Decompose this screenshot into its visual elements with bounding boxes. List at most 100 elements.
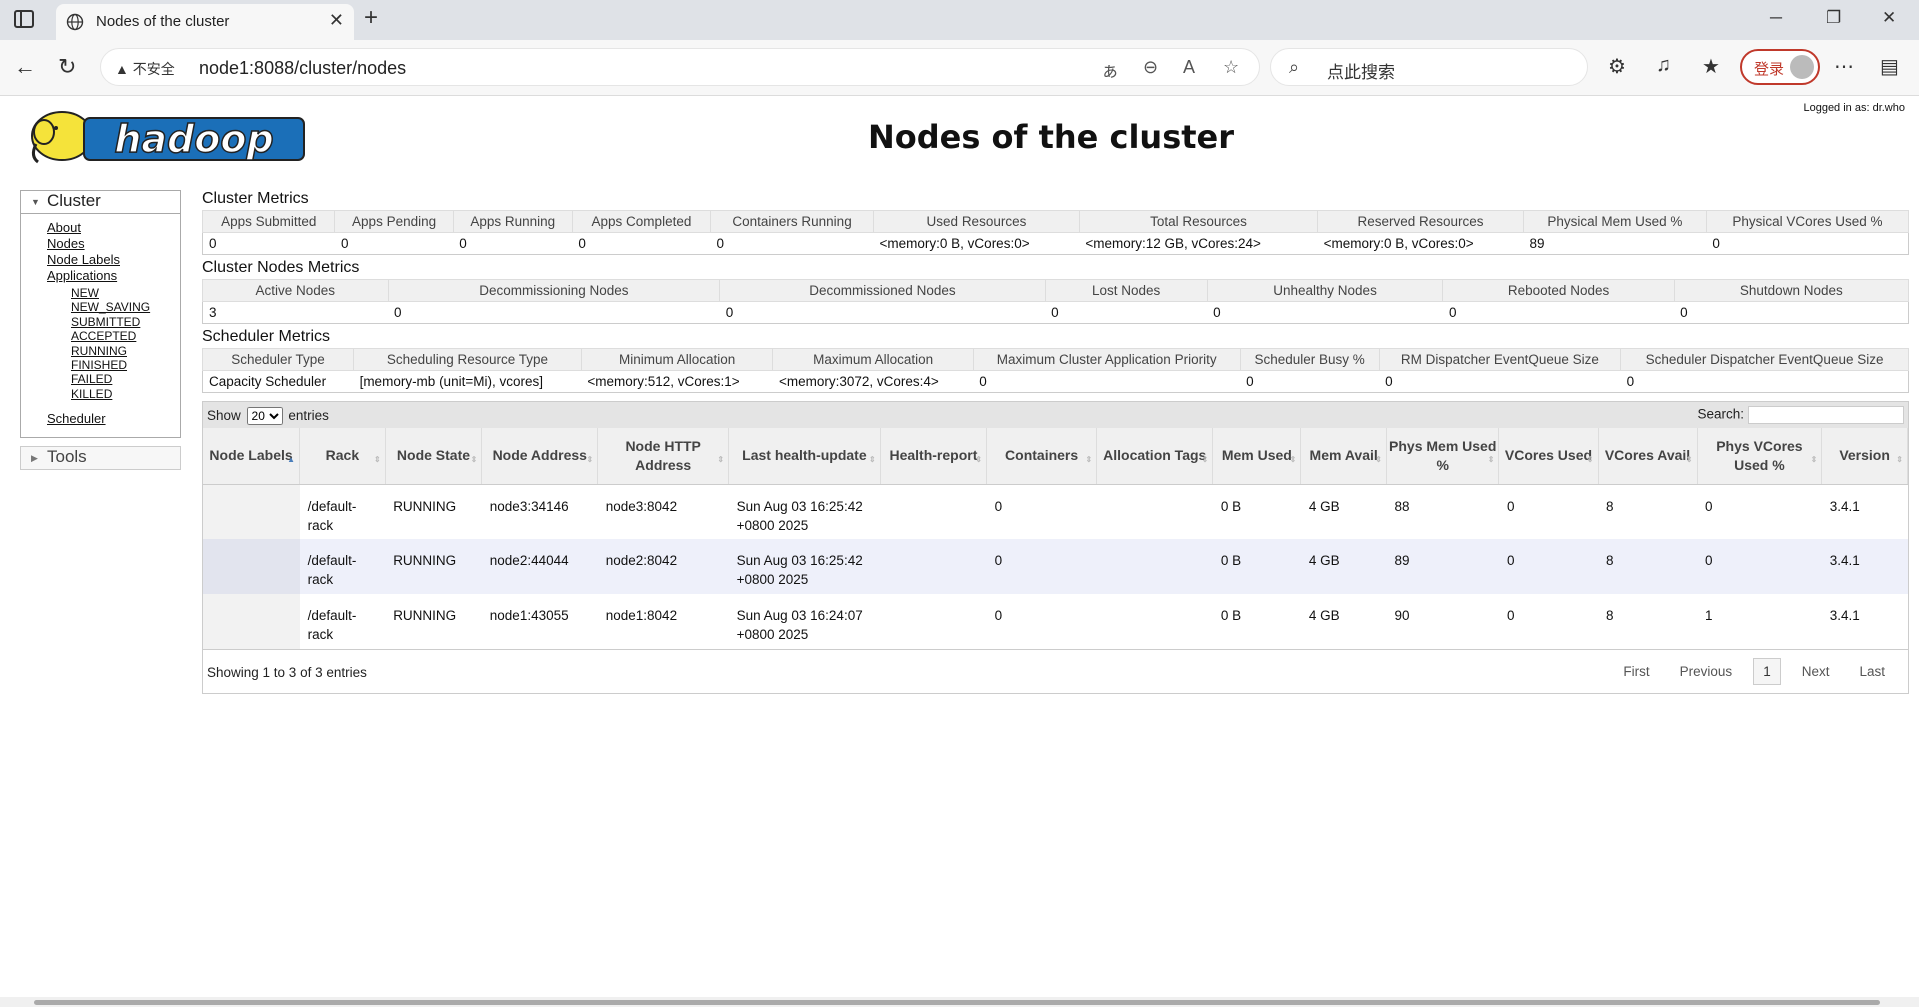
- metric-value-decommissioning-nodes: 0: [388, 301, 720, 324]
- metric-header-maximum-cluster-application-priority: Maximum Cluster Application Priority: [972, 348, 1241, 371]
- login-button[interactable]: 登录: [1740, 49, 1820, 85]
- cell-rack: /default-rack: [299, 539, 386, 594]
- column-header-node-http-address[interactable]: Node HTTP Address ⇕: [597, 428, 730, 485]
- metric-link-lost-nodes[interactable]: 0: [1051, 305, 1059, 320]
- address-bar-row: ← ↻ ▲ 不安全 node1:8088/cluster/nodes ぁ ⊖ A…: [0, 40, 1919, 96]
- cluster-metrics-title: Cluster Metrics: [202, 190, 309, 207]
- show-label: Show: [207, 408, 241, 423]
- search-label: Search:: [1697, 406, 1744, 422]
- horizontal-scrollbar[interactable]: [0, 997, 1919, 1007]
- column-header-node-labels[interactable]: Node Labels ▲: [203, 428, 301, 485]
- more-icon[interactable]: ⋯: [1834, 54, 1854, 79]
- cell-containers: 0: [986, 539, 1097, 594]
- column-header-phys-vcores-used[interactable]: Phys VCores Used % ⇕: [1697, 428, 1823, 485]
- metric-link-decommissioning-nodes[interactable]: 0: [394, 305, 402, 320]
- nav-app-finished[interactable]: FINISHED: [47, 358, 180, 372]
- metric-header-minimum-allocation: Minimum Allocation: [580, 348, 774, 371]
- metric-value-lost-nodes: 0: [1045, 301, 1208, 324]
- column-header-node-state[interactable]: Node State ⇕: [385, 428, 483, 485]
- metric-header-maximum-allocation: Maximum Allocation: [772, 348, 974, 371]
- security-warning[interactable]: ▲ 不安全: [115, 59, 175, 79]
- refresh-icon[interactable]: ↻: [58, 54, 76, 80]
- nav-app-failed[interactable]: FAILED: [47, 372, 180, 386]
- column-header-health-report[interactable]: Health-report ⇕: [880, 428, 988, 485]
- search-box[interactable]: ⌕ 点此搜索: [1270, 48, 1588, 86]
- nav-app-new-saving[interactable]: NEW_SAVING: [47, 300, 180, 314]
- metric-link-unhealthy-nodes[interactable]: 0: [1213, 305, 1221, 320]
- nav-link-node-labels[interactable]: Node Labels: [47, 252, 180, 268]
- nav-link-nodes[interactable]: Nodes: [47, 236, 180, 252]
- favorites-icon[interactable]: ★: [1702, 54, 1720, 79]
- pager-first[interactable]: First: [1614, 659, 1658, 684]
- metric-value-maximum-allocation: <memory:3072, vCores:4>: [772, 370, 974, 393]
- new-tab-icon[interactable]: +: [364, 4, 378, 32]
- nav-tools-header[interactable]: ▶ Tools: [20, 446, 181, 471]
- translate-icon[interactable]: ぁ: [1101, 57, 1119, 83]
- nav-app-killed[interactable]: KILLED: [47, 387, 180, 401]
- browser-tab[interactable]: Nodes of the cluster ✕: [56, 4, 354, 40]
- sort-icon: ⇕: [1085, 455, 1093, 464]
- extensions-icon[interactable]: ⚙: [1608, 54, 1626, 79]
- table-search-input[interactable]: [1748, 406, 1904, 424]
- music-icon[interactable]: ♫: [1656, 54, 1671, 77]
- close-tab-icon[interactable]: ✕: [329, 10, 344, 31]
- table-row: /default-rack RUNNING node1:43055 node1:804…: [203, 594, 1908, 649]
- metric-link-decommissioned-nodes[interactable]: 0: [726, 305, 734, 320]
- favorite-star-icon[interactable]: ☆: [1223, 57, 1239, 78]
- column-header-mem-used[interactable]: Mem Used ⇕: [1212, 428, 1302, 485]
- nav-link-about[interactable]: About: [47, 220, 180, 236]
- column-header-vcores-used[interactable]: VCores Used ⇕: [1498, 428, 1599, 485]
- pager-last[interactable]: Last: [1850, 659, 1894, 684]
- sidebar-icon[interactable]: ▤: [1880, 54, 1899, 79]
- nav-link-applications[interactable]: Applications: [47, 268, 180, 284]
- metric-value-shutdown-nodes: 0: [1674, 301, 1910, 324]
- column-header-mem-avail[interactable]: Mem Avail ⇕: [1300, 428, 1387, 485]
- scrollbar-thumb[interactable]: [34, 1000, 1880, 1005]
- column-header-rack[interactable]: Rack ⇕: [299, 428, 386, 485]
- node-metrics-title: Cluster Nodes Metrics: [202, 259, 360, 276]
- scheduler-metrics-title: Scheduler Metrics: [202, 328, 331, 345]
- node-http-link[interactable]: node1:8042: [606, 608, 677, 623]
- nav-cluster-header[interactable]: ▼ Cluster: [20, 190, 181, 214]
- window-close-icon[interactable]: ✕: [1882, 8, 1896, 28]
- minimize-icon[interactable]: ─: [1770, 8, 1782, 28]
- cell-version: 3.4.1: [1821, 539, 1908, 594]
- nav-link-scheduler[interactable]: Scheduler: [47, 411, 180, 427]
- metric-header-scheduler-type: Scheduler Type: [201, 348, 355, 371]
- nav-app-new[interactable]: NEW: [47, 286, 180, 300]
- metric-link-active-nodes[interactable]: 3: [209, 305, 217, 320]
- metric-value-minimum-allocation: <memory:512, vCores:1>: [581, 370, 773, 393]
- pager-previous[interactable]: Previous: [1671, 659, 1742, 684]
- column-header-node-address[interactable]: Node Address ⇕: [481, 428, 599, 485]
- column-header-containers[interactable]: Containers ⇕: [986, 428, 1098, 485]
- cell-vc-used: 0: [1498, 539, 1598, 594]
- zoom-out-icon[interactable]: ⊖: [1143, 57, 1158, 78]
- node-http-link[interactable]: node3:8042: [606, 499, 677, 514]
- cell-labels: [203, 539, 300, 594]
- cell-health-update: Sun Aug 03 16:25:42 +0800 2025: [728, 484, 881, 539]
- back-icon[interactable]: ←: [14, 54, 36, 80]
- read-aloud-icon[interactable]: A: [1183, 57, 1195, 78]
- column-header-version[interactable]: Version ⇕: [1821, 428, 1908, 485]
- column-header-vcores-avail[interactable]: VCores Avail ⇕: [1598, 428, 1698, 485]
- sidebar-toggle-icon[interactable]: [14, 10, 34, 28]
- address-bar[interactable]: ▲ 不安全 node1:8088/cluster/nodes ぁ ⊖ A ☆: [100, 48, 1260, 86]
- restore-icon[interactable]: ❐: [1826, 8, 1841, 28]
- metric-header-apps-running: Apps Running: [452, 210, 573, 233]
- pager-page-1[interactable]: 1: [1753, 658, 1781, 685]
- url-text[interactable]: node1:8088/cluster/nodes: [199, 58, 406, 79]
- cell-mem-avail: 4 GB: [1300, 594, 1387, 649]
- nav-app-running[interactable]: RUNNING: [47, 344, 180, 358]
- cell-mem-used: 0 B: [1212, 594, 1301, 649]
- column-header-allocation-tags[interactable]: Allocation Tags ⇕: [1096, 428, 1214, 485]
- node-http-link[interactable]: node2:8042: [606, 553, 677, 568]
- metric-link-rebooted-nodes[interactable]: 0: [1449, 305, 1457, 320]
- nav-app-submitted[interactable]: SUBMITTED: [47, 315, 180, 329]
- column-header-phys-mem-used[interactable]: Phys Mem Used % ⇕: [1386, 428, 1500, 485]
- page-length-select[interactable]: 20: [246, 407, 283, 425]
- column-header-last-health-update[interactable]: Last health-update ⇕: [728, 428, 881, 485]
- cell-state: RUNNING: [385, 484, 482, 539]
- pager-next[interactable]: Next: [1793, 659, 1839, 684]
- nav-app-accepted[interactable]: ACCEPTED: [47, 329, 180, 343]
- metric-link-shutdown-nodes[interactable]: 0: [1680, 305, 1688, 320]
